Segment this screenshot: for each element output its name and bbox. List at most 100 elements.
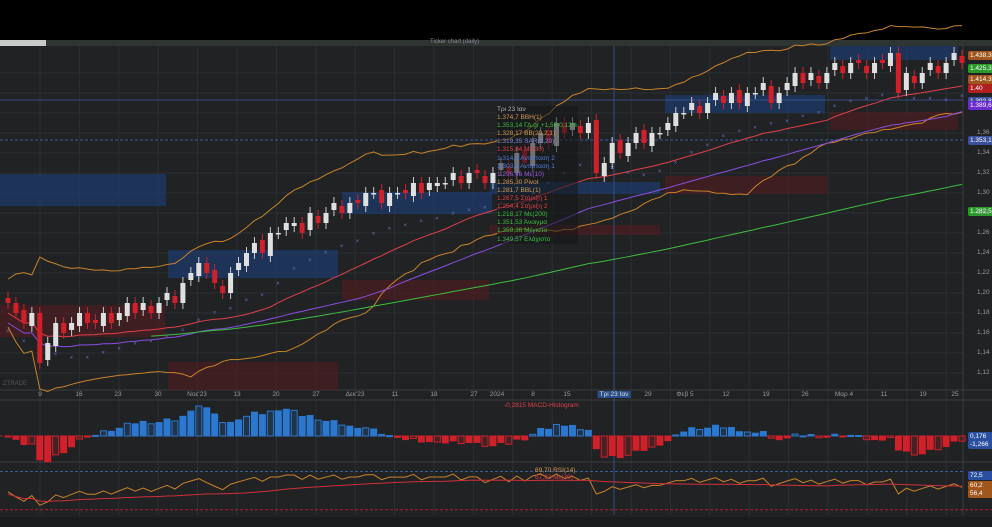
sar-marker: × <box>785 119 789 125</box>
macd-bar <box>727 426 735 437</box>
candle <box>251 243 257 253</box>
macd-bar <box>799 435 807 438</box>
macd-bar <box>290 409 298 437</box>
macd-bar <box>4 435 12 438</box>
macd-bar <box>155 422 163 437</box>
macd-bar <box>918 435 926 455</box>
candle <box>601 163 607 176</box>
macd-bar <box>99 430 107 437</box>
candle <box>959 56 965 63</box>
candle <box>315 216 321 223</box>
date-tick: 19 <box>762 391 770 398</box>
candle <box>808 73 814 80</box>
macd-bar <box>473 435 481 443</box>
macd-bar <box>958 435 966 442</box>
macd-bar <box>179 415 187 437</box>
price-tick: 1,36 <box>977 129 990 136</box>
candle <box>244 253 249 266</box>
candle <box>673 113 679 126</box>
macd-bar <box>489 435 497 447</box>
macd-bar <box>632 435 640 451</box>
candle <box>85 313 90 323</box>
candle <box>61 323 67 333</box>
candle <box>880 60 885 63</box>
candle <box>426 183 432 190</box>
candle <box>482 176 488 183</box>
sar-marker: × <box>181 328 185 334</box>
bollinger-upper <box>7 25 963 280</box>
date-tick: 30 <box>154 391 162 398</box>
macd-bar <box>688 427 696 437</box>
macd-bar <box>894 435 902 451</box>
macd-bar <box>751 432 759 437</box>
candle <box>585 123 591 133</box>
sar-marker: × <box>467 208 471 214</box>
macd-bar <box>306 415 314 437</box>
macd-bar <box>171 420 179 437</box>
macd-bar <box>592 435 600 450</box>
macd-bar <box>902 435 910 452</box>
candle <box>395 193 401 195</box>
sar-marker: × <box>197 318 201 324</box>
date-tick: 20 <box>272 391 280 398</box>
sar-marker: × <box>769 122 773 128</box>
macd-bar <box>783 435 791 439</box>
sar-marker: × <box>245 298 249 304</box>
sar-marker: × <box>690 150 694 156</box>
candle <box>832 63 838 70</box>
sar-marker: × <box>54 352 58 358</box>
candle <box>37 313 43 363</box>
pivot-zone <box>168 250 338 278</box>
sar-marker: × <box>70 355 74 361</box>
macd-bar <box>521 435 529 441</box>
macd-bar <box>926 435 934 450</box>
macd-bar <box>362 427 370 437</box>
candle <box>760 83 766 90</box>
tooltip-line: 1.359,36 Μέγιστο <box>497 227 548 235</box>
candle <box>927 63 933 70</box>
sar-marker: × <box>229 307 233 313</box>
date-tick: 16 <box>75 391 83 398</box>
candle <box>410 183 416 196</box>
sar-marker: × <box>881 93 885 99</box>
macd-bar <box>139 420 147 437</box>
sar-marker: × <box>944 98 948 104</box>
candle <box>69 323 75 330</box>
candle <box>943 63 949 73</box>
candle <box>887 53 893 66</box>
macd-bar <box>616 435 624 459</box>
macd-bar <box>465 435 473 444</box>
macd-bar <box>807 433 815 437</box>
price-chart[interactable]: × × × × × × × × × × × × × × × × × × × × × × × × × × × × × × × × × × × × × × × ×… <box>0 0 992 527</box>
macd-bar <box>425 435 433 443</box>
candle <box>13 303 19 313</box>
date-tick: 15 <box>563 391 571 398</box>
tooltip-line: 1.349,57 Ελάχιστο <box>497 235 551 243</box>
candle <box>728 93 734 103</box>
macd-bar <box>664 435 672 442</box>
macd-bar <box>330 420 338 437</box>
date-tick: 2024 <box>489 391 505 398</box>
sar-marker: × <box>722 134 726 140</box>
sar-marker: × <box>483 205 487 211</box>
candle <box>490 173 496 183</box>
tooltip-line: 1.285,30 Pivot <box>497 178 539 186</box>
price-tick: 1,32 <box>977 169 990 176</box>
candle <box>593 120 599 173</box>
sar-marker: × <box>260 293 264 299</box>
date-tick: 8 <box>531 391 535 398</box>
sar-marker: × <box>451 212 455 218</box>
candle <box>935 66 941 73</box>
candle <box>188 273 194 280</box>
candle <box>132 303 138 313</box>
macd-bar <box>402 435 409 441</box>
candle <box>45 343 51 360</box>
date-tick: 18 <box>430 391 438 398</box>
macd-bar <box>60 435 68 454</box>
macd-bar <box>481 435 489 447</box>
tooltip-line: 1.218,17 Με(200) <box>497 211 548 219</box>
macd-bar <box>227 421 235 437</box>
sar-marker: × <box>22 339 26 345</box>
candle <box>450 173 456 180</box>
candle <box>355 200 361 203</box>
